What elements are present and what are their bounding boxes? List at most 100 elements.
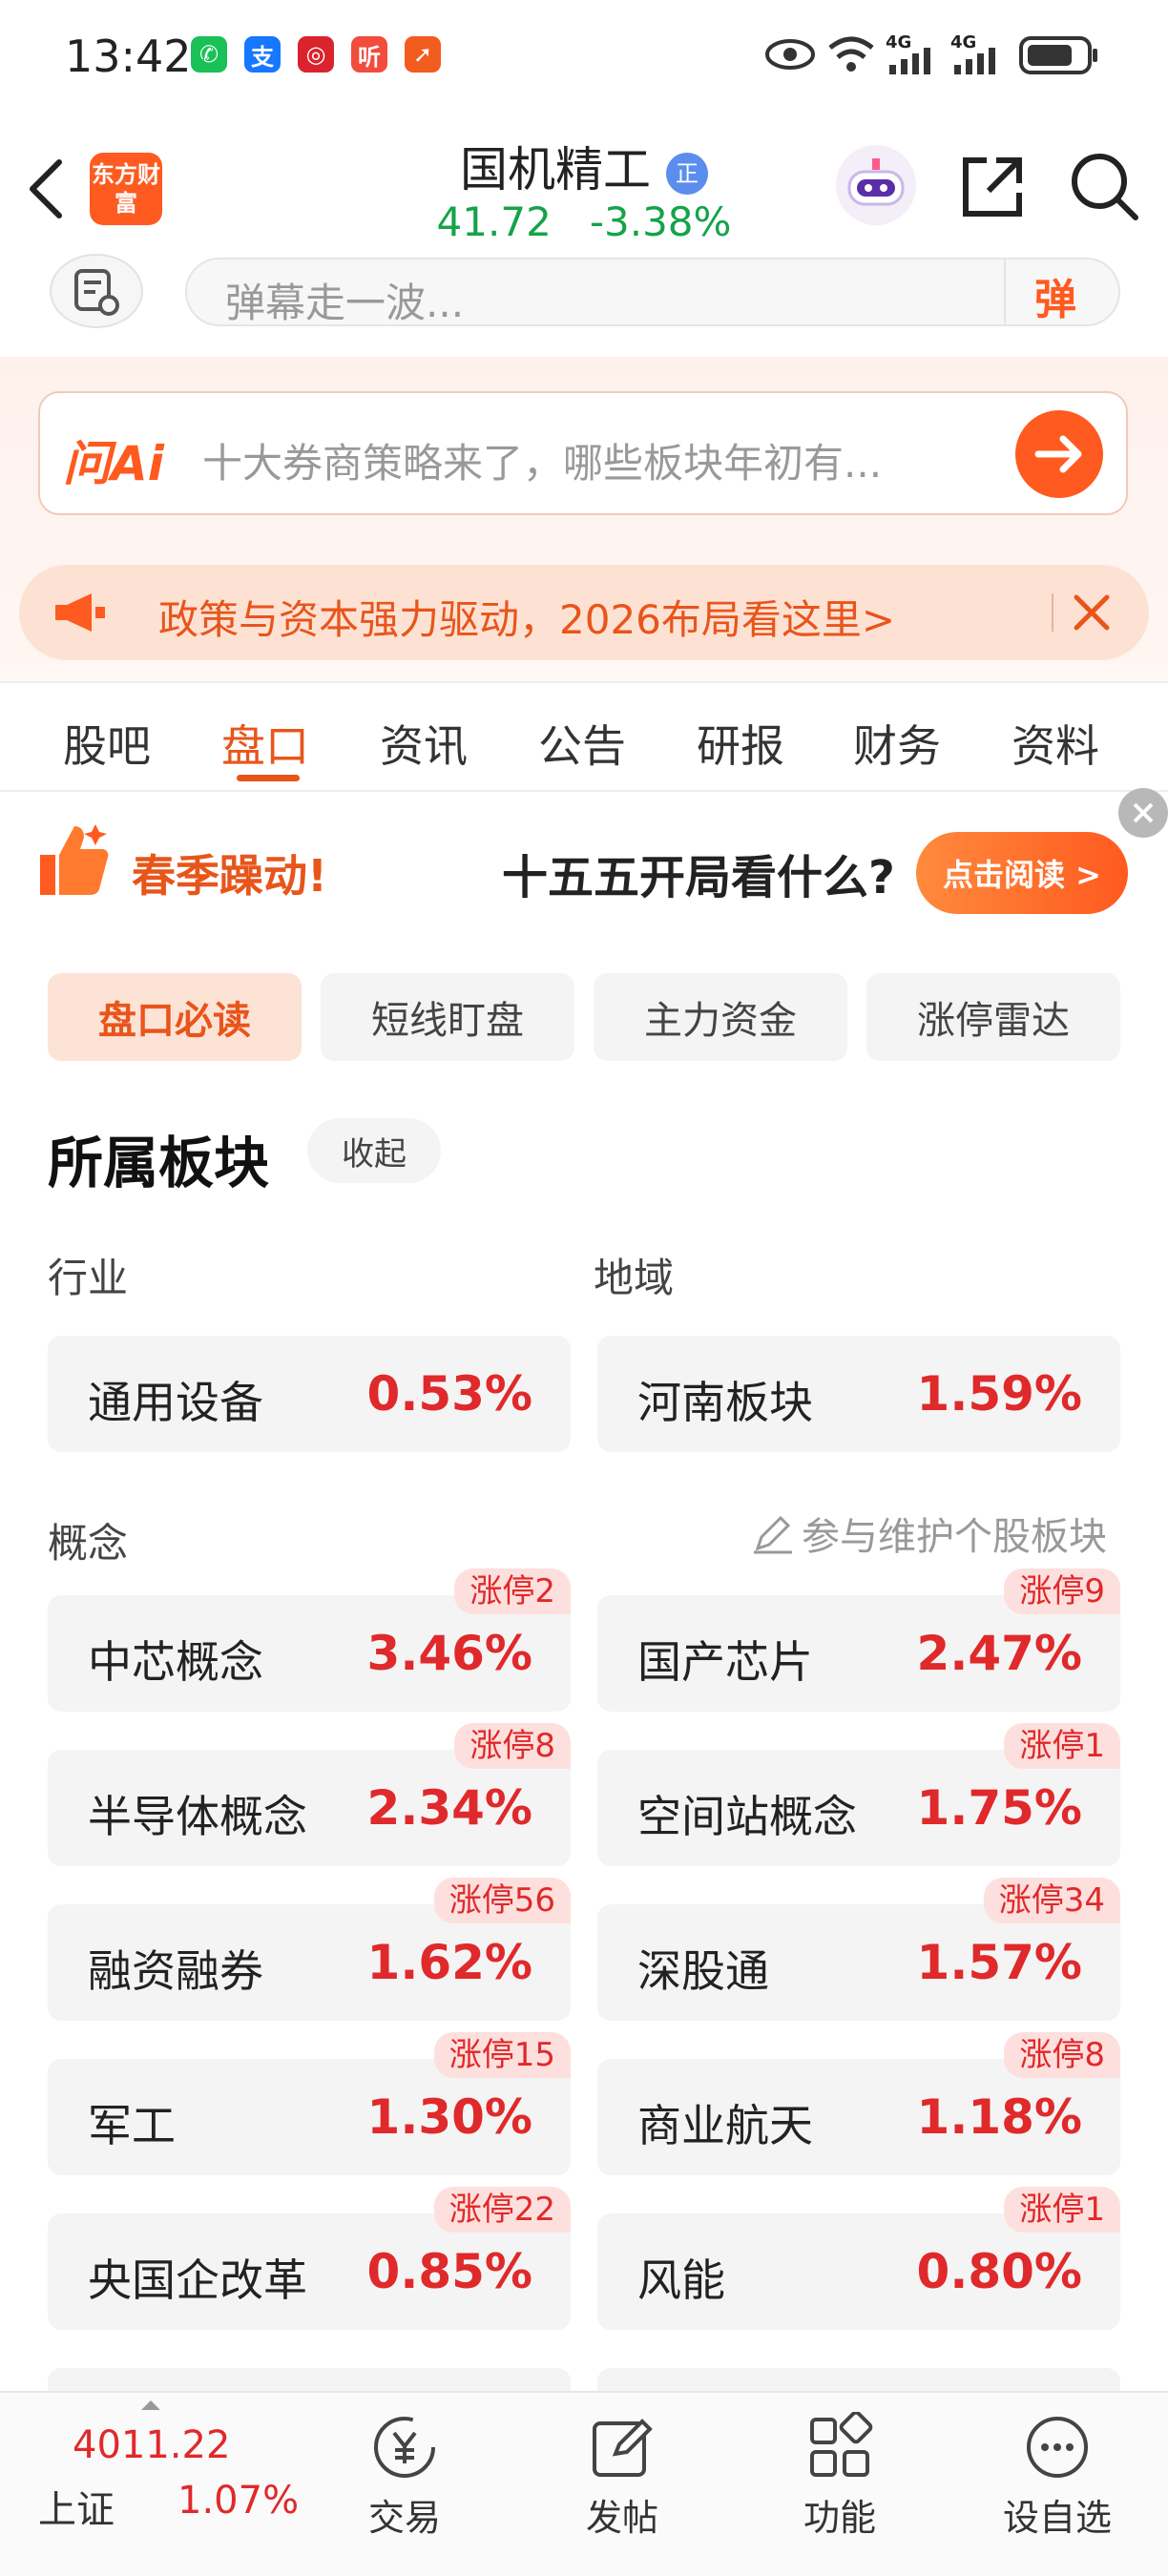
chip-main-funds[interactable]: 主力资金 xyxy=(594,973,847,1061)
region-card[interactable]: 河南板块 1.59% xyxy=(597,1336,1120,1452)
trade-button[interactable]: 交易 xyxy=(328,2412,481,2541)
concept-card[interactable]: 风能 0.80% 涨停1 xyxy=(597,2187,1120,2330)
eye-icon xyxy=(765,39,815,70)
concept-name: 军工 xyxy=(88,2100,176,2151)
search-icon[interactable] xyxy=(1069,151,1139,221)
concept-pct: 1.30% xyxy=(366,2089,532,2145)
wechat-icon: ✆ xyxy=(191,36,227,73)
pencil-icon xyxy=(754,1515,792,1554)
signal-icon xyxy=(889,48,930,74)
section-title: 所属板块 xyxy=(48,1131,270,1195)
limit-up-badge: 涨停9 xyxy=(1004,1568,1120,1614)
more-dots-icon xyxy=(1027,2417,1088,2478)
thumbs-up-icon xyxy=(40,824,109,895)
tab-profile[interactable]: 资料 xyxy=(1012,712,1099,775)
concept-card[interactable]: 军工 1.30% 涨停15 xyxy=(48,2032,571,2175)
expand-arrow-icon[interactable] xyxy=(139,2399,162,2412)
ai-section: 问Ai 十大券商策略来了，哪些板块年初有... 政策与资本强力驱动，2026布局… xyxy=(0,357,1168,681)
add-watchlist-button[interactable]: 设自选 xyxy=(981,2412,1134,2541)
chip-limit-up-radar[interactable]: 涨停雷达 xyxy=(866,973,1120,1061)
industry-label: 行业 xyxy=(48,1255,129,1301)
concept-pct: 0.80% xyxy=(916,2244,1082,2299)
promo-close-icon[interactable] xyxy=(1116,788,1168,840)
collapse-button[interactable]: 收起 xyxy=(307,1118,441,1183)
robot-assistant-icon[interactable] xyxy=(834,143,918,227)
ai-question-box[interactable]: 问Ai 十大券商策略来了，哪些板块年初有... xyxy=(38,391,1128,515)
tab-bar: 股吧 盘口 资讯 公告 研报 财务 资料 xyxy=(0,681,1168,792)
chip-must-read[interactable]: 盘口必读 xyxy=(48,973,302,1061)
danmu-placeholder: 弹幕走一波... xyxy=(225,280,465,326)
concept-card[interactable]: 中芯概念 3.46% 涨停2 xyxy=(48,1568,571,1712)
edit-concepts-link[interactable]: 参与维护个股板块 xyxy=(750,1506,1107,1561)
stock-name: 国机精工 xyxy=(460,142,652,197)
danmu-input[interactable]: 弹幕走一波... 弹 xyxy=(185,258,1120,326)
concept-card[interactable]: 深股通 1.57% 涨停34 xyxy=(597,1878,1120,2021)
megaphone-icon xyxy=(55,593,105,632)
industry-pct: 0.53% xyxy=(366,1366,532,1422)
send-icon: ➚ xyxy=(405,36,441,73)
concept-pct: 1.57% xyxy=(916,1935,1082,1990)
tab-finance[interactable]: 财务 xyxy=(853,712,941,775)
functions-label: 功能 xyxy=(803,2497,876,2539)
limit-up-badge: 涨停2 xyxy=(454,1568,571,1614)
region-pct: 1.59% xyxy=(916,1366,1082,1422)
tab-guba[interactable]: 股吧 xyxy=(63,712,151,775)
edit-post-icon xyxy=(593,2419,653,2477)
concept-card[interactable]: 融资融券 1.62% 涨停56 xyxy=(48,1878,571,2021)
trade-label: 交易 xyxy=(367,2497,441,2539)
limit-up-badge: 涨停34 xyxy=(983,1878,1120,1923)
concept-name: 国产芯片 xyxy=(637,1636,813,1688)
ai-prompt: 十大券商策略来了，哪些板块年初有... xyxy=(202,440,883,487)
concept-card[interactable]: 国产芯片 2.47% 涨停9 xyxy=(597,1568,1120,1712)
status-bar: 13:42 ✆ 支 ◎ 听 ➚ 4G 4G xyxy=(0,0,1168,113)
danmu-divider xyxy=(1004,258,1006,326)
ai-send-arrow-icon[interactable] xyxy=(1013,408,1105,500)
bottom-bar: 4011.22 上证 1.07% 交易 发帖 功能 设自选 xyxy=(0,2391,1168,2576)
concept-pct: 2.47% xyxy=(916,1626,1082,1681)
concept-pct: 1.62% xyxy=(366,1935,532,1990)
limit-up-badge: 涨停22 xyxy=(433,2187,571,2233)
chip-short-watch[interactable]: 短线盯盘 xyxy=(321,973,574,1061)
tab-pankou[interactable]: 盘口 xyxy=(221,712,309,775)
concept-name: 央国企改革 xyxy=(88,2254,307,2306)
battery-icon xyxy=(1019,36,1097,74)
concept-card[interactable]: 央国企改革 0.85% 涨停22 xyxy=(48,2187,571,2330)
concept-name: 风能 xyxy=(637,2254,725,2306)
danmu-settings-icon[interactable] xyxy=(48,252,145,330)
concept-card[interactable]: 半导体概念 2.34% 涨停8 xyxy=(48,1723,571,1866)
concept-name: 深股通 xyxy=(637,1945,769,1997)
concept-name: 商业航天 xyxy=(637,2100,813,2151)
functions-button[interactable]: 功能 xyxy=(763,2412,916,2541)
index-pct[interactable]: 1.07% xyxy=(177,2479,299,2523)
limit-up-badge: 涨停8 xyxy=(1004,2032,1120,2078)
industry-card[interactable]: 通用设备 0.53% xyxy=(48,1336,571,1452)
tab-active-indicator xyxy=(237,775,300,781)
wifi-icon xyxy=(828,36,874,72)
concept-label: 概念 xyxy=(48,1520,129,1567)
share-icon[interactable] xyxy=(958,153,1027,221)
concept-pct: 2.34% xyxy=(366,1780,532,1836)
danmu-send-button[interactable]: 弹 xyxy=(1034,265,1076,326)
grid-apps-icon xyxy=(810,2412,873,2477)
bank-icon: ◎ xyxy=(298,36,334,73)
tab-research[interactable]: 研报 xyxy=(697,712,784,775)
tab-news[interactable]: 资讯 xyxy=(380,712,468,775)
ai-logo: 问Ai xyxy=(63,436,164,491)
concept-pct: 0.85% xyxy=(366,2244,532,2299)
post-button[interactable]: 发帖 xyxy=(546,2412,699,2541)
concept-card[interactable]: 空间站概念 1.75% 涨停1 xyxy=(597,1723,1120,1866)
concept-name: 空间站概念 xyxy=(637,1791,857,1842)
index-value[interactable]: 4011.22 xyxy=(73,2423,230,2467)
alipay-icon: 支 xyxy=(244,36,281,73)
stock-price: 41.72 xyxy=(436,198,552,245)
policy-banner[interactable]: 政策与资本强力驱动，2026布局看这里> xyxy=(19,565,1149,660)
stock-header: 东方财富 国机精工 正 41.72 -3.38% xyxy=(0,113,1168,258)
tab-announcements[interactable]: 公告 xyxy=(538,712,626,775)
close-icon[interactable] xyxy=(1071,592,1113,634)
index-name[interactable]: 上证 xyxy=(38,2479,115,2534)
danmu-bar: 弹幕走一波... 弹 xyxy=(0,254,1168,353)
promo-read-button[interactable]: 点击阅读 > xyxy=(916,832,1128,914)
concept-pct: 3.46% xyxy=(366,1626,532,1681)
promo-banner[interactable]: 春季躁动! 十五五开局看什么? 点击阅读 > xyxy=(0,788,1168,945)
concept-card[interactable]: 商业航天 1.18% 涨停8 xyxy=(597,2032,1120,2175)
